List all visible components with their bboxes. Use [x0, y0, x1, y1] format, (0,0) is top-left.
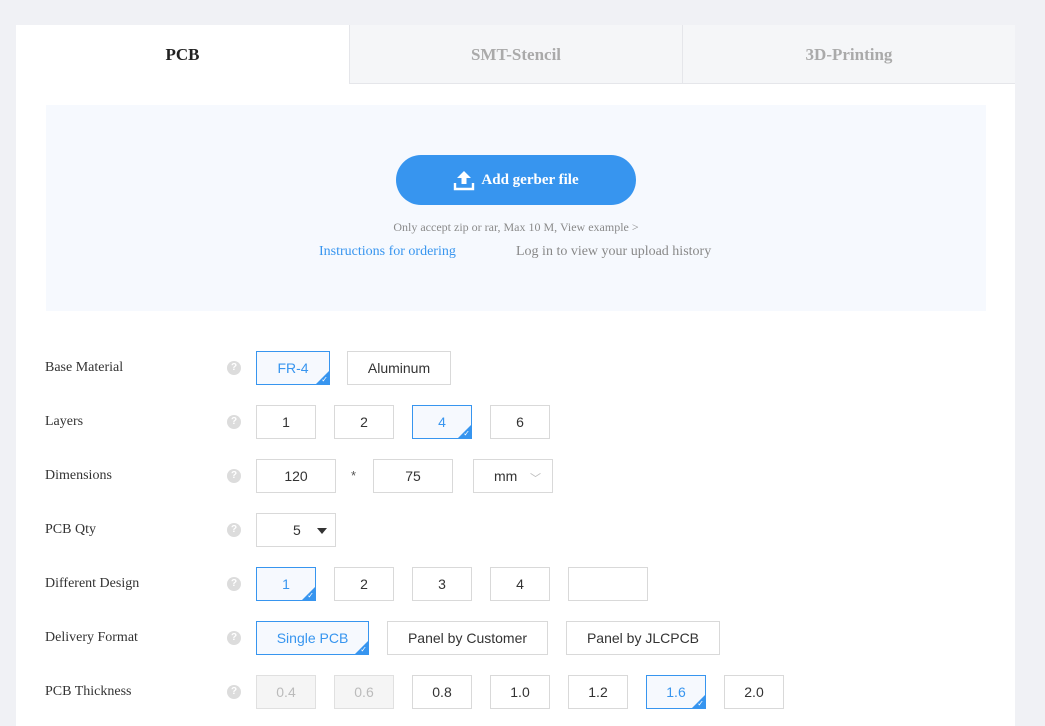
layers-option-4[interactable]: 4 ✓: [412, 405, 472, 439]
dimension-width-input[interactable]: 120: [256, 459, 336, 493]
check-icon: ✓: [697, 699, 704, 708]
base-material-option-aluminum[interactable]: Aluminum: [347, 351, 451, 385]
option-label: Single PCB: [276, 630, 349, 646]
pcb-qty-select[interactable]: 5: [256, 513, 336, 547]
different-design-option-1[interactable]: 1 ✓: [256, 567, 316, 601]
question-circle-icon[interactable]: ?: [227, 577, 241, 591]
check-icon: ✓: [321, 375, 328, 384]
thickness-option-0-4: 0.4: [256, 675, 316, 709]
question-circle-icon[interactable]: ?: [227, 523, 241, 537]
layers-option-2[interactable]: 2: [334, 405, 394, 439]
check-icon: ✓: [463, 429, 470, 438]
delivery-format-option-panel-by-customer[interactable]: Panel by Customer: [387, 621, 548, 655]
dimensions-label: Dimensions: [45, 468, 112, 483]
dimension-separator: *: [351, 468, 357, 483]
different-design-custom-input[interactable]: [568, 567, 648, 601]
delivery-format-option-single-pcb[interactable]: Single PCB ✓: [256, 621, 369, 655]
thickness-option-0-6: 0.6: [334, 675, 394, 709]
question-circle-icon[interactable]: ?: [227, 361, 241, 375]
quote-panel: PCB SMT-Stencil 3D-Printing Add gerber f…: [16, 25, 1015, 726]
dimensions-row: Dimensions ? 120 * 75 mm ﹀: [16, 459, 1015, 493]
thickness-option-1-2[interactable]: 1.2: [568, 675, 628, 709]
layers-option-1[interactable]: 1: [256, 405, 316, 439]
delivery-format-row: Delivery Format ? Single PCB ✓ Panel by C…: [16, 621, 1015, 655]
pcb-thickness-label: PCB Thickness: [45, 684, 132, 699]
layers-label: Layers: [45, 414, 84, 429]
question-circle-icon[interactable]: ?: [227, 631, 241, 645]
tab-smt-stencil[interactable]: SMT-Stencil: [349, 25, 682, 84]
pcb-qty-value: 5: [293, 522, 301, 538]
different-design-row: Different Design ? 1 ✓ 2 3 4: [16, 567, 1015, 601]
product-tabs: PCB SMT-Stencil 3D-Printing: [16, 25, 1015, 84]
thickness-option-1-0[interactable]: 1.0: [490, 675, 550, 709]
pcb-thickness-row: PCB Thickness ? 0.4 0.6 0.8 1.0 1.2 1.6 ✓…: [16, 675, 1015, 709]
check-icon: ✓: [307, 591, 314, 600]
different-design-option-4[interactable]: 4: [490, 567, 550, 601]
thickness-option-2-0[interactable]: 2.0: [724, 675, 784, 709]
option-label: 1.6: [666, 684, 686, 700]
different-design-label: Different Design: [45, 576, 140, 591]
upload-icon: [454, 171, 475, 191]
question-circle-icon[interactable]: ?: [227, 469, 241, 483]
caret-down-icon: [317, 528, 327, 534]
question-circle-icon[interactable]: ?: [227, 685, 241, 699]
upload-area: Add gerber file Only accept zip or rar, …: [46, 105, 986, 311]
dimension-height-input[interactable]: 75: [373, 459, 453, 493]
layers-row: Layers ? 1 2 4 ✓ 6: [16, 405, 1015, 439]
base-material-option-fr4[interactable]: FR-4 ✓: [256, 351, 330, 385]
pcb-qty-row: PCB Qty ? 5: [16, 513, 1015, 547]
different-design-option-3[interactable]: 3: [412, 567, 472, 601]
option-label: 1: [282, 576, 290, 592]
unit-value: mm: [494, 468, 518, 484]
upload-hint: Only accept zip or rar, Max 10 M, View e…: [393, 220, 639, 234]
question-circle-icon[interactable]: ?: [227, 415, 241, 429]
chevron-down-icon: ﹀: [530, 473, 541, 485]
base-material-row: Base Material ? FR-4 ✓ Aluminum: [16, 351, 1015, 385]
add-gerber-file-button[interactable]: Add gerber file: [396, 155, 636, 205]
base-material-label: Base Material: [45, 360, 124, 375]
pcb-qty-label: PCB Qty: [45, 522, 96, 537]
add-gerber-file-label: Add gerber file: [481, 171, 579, 188]
delivery-format-label: Delivery Format: [45, 630, 138, 645]
thickness-option-1-6[interactable]: 1.6 ✓: [646, 675, 706, 709]
tab-pcb[interactable]: PCB: [16, 25, 349, 84]
upload-history-link[interactable]: Log in to view your upload history: [516, 244, 711, 260]
check-icon: ✓: [360, 645, 367, 654]
dimension-unit-select[interactable]: mm ﹀: [473, 459, 553, 493]
thickness-option-0-8[interactable]: 0.8: [412, 675, 472, 709]
delivery-format-option-panel-by-jlcpcb[interactable]: Panel by JLCPCB: [566, 621, 720, 655]
different-design-option-2[interactable]: 2: [334, 567, 394, 601]
option-label: FR-4: [277, 360, 309, 376]
layers-option-6[interactable]: 6: [490, 405, 550, 439]
option-label: 4: [438, 414, 446, 430]
instructions-link[interactable]: Instructions for ordering: [319, 244, 456, 260]
tab-3d-printing[interactable]: 3D-Printing: [682, 25, 1015, 84]
